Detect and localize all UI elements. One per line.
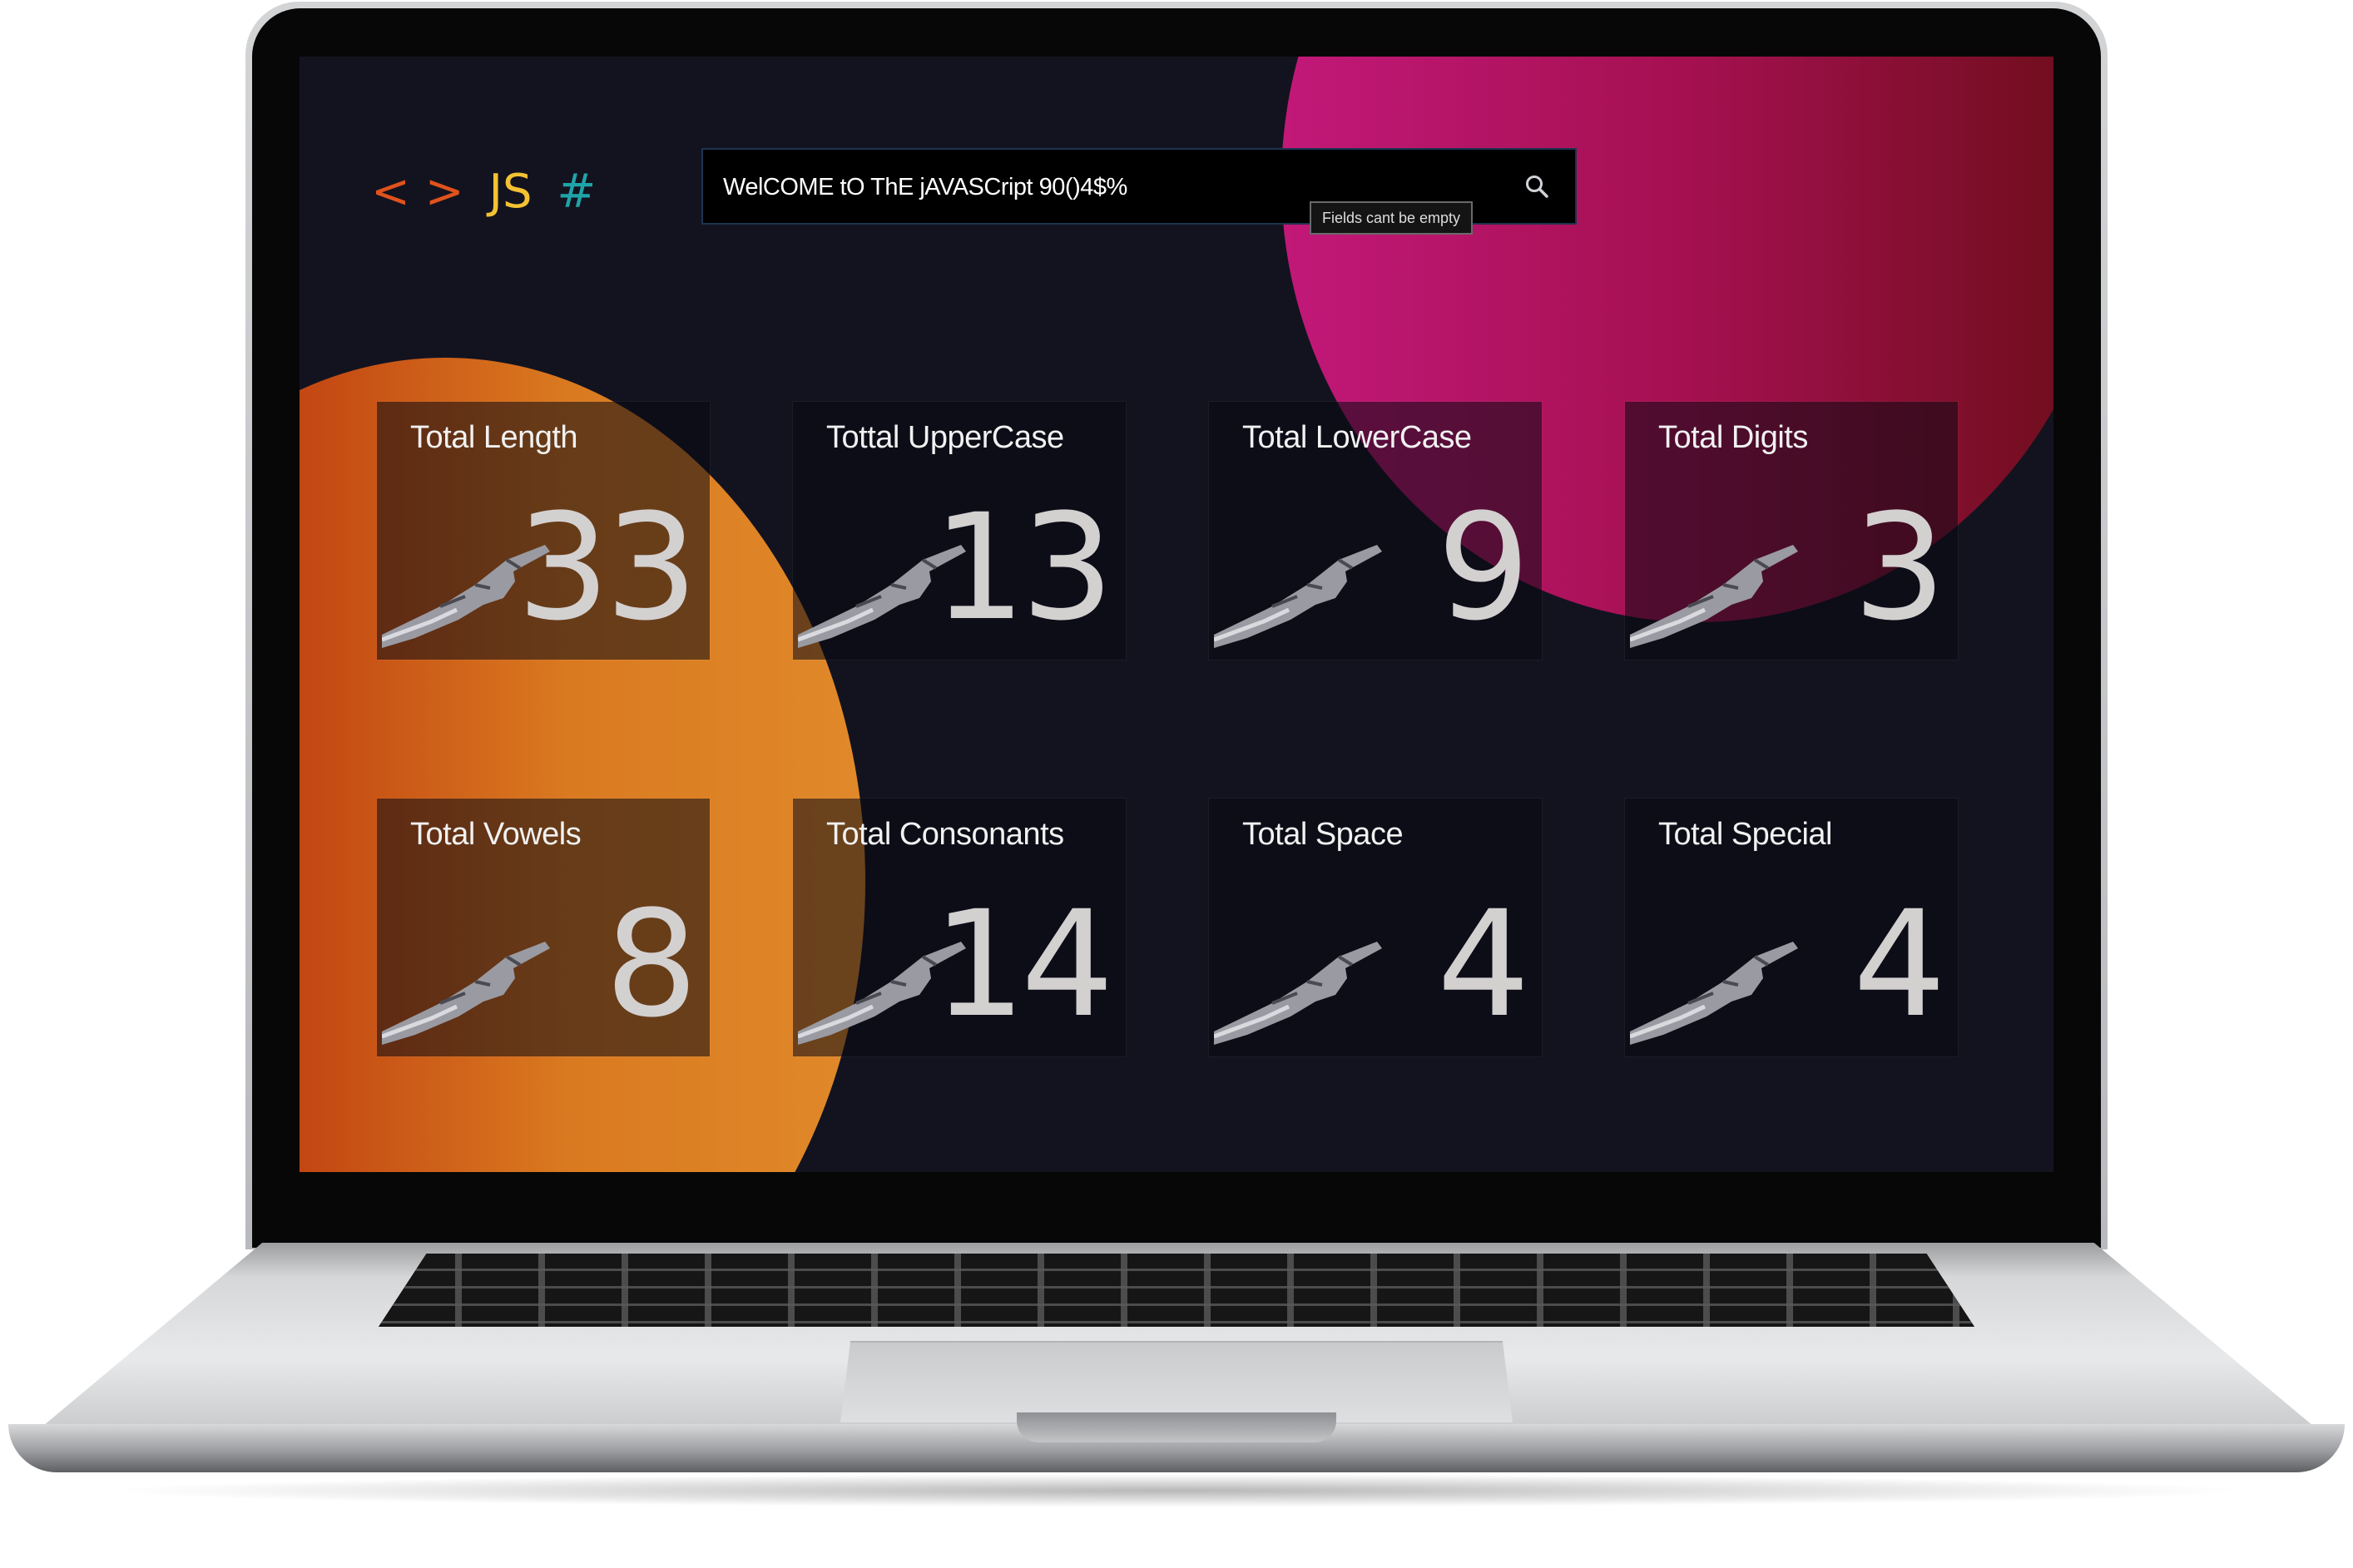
card-total-lowercase: Total LowerCase 9 <box>1209 402 1542 660</box>
logo-close-bracket: > <box>424 165 464 219</box>
card-value: 33 <box>517 482 698 653</box>
robot-hand-icon <box>1214 545 1382 648</box>
card-label: Total Vowels <box>410 817 582 852</box>
card-value: 3 <box>1853 482 1946 653</box>
logo-js-text: JS <box>488 165 533 219</box>
card-label: Total LowerCase <box>1242 420 1472 455</box>
robot-hand-icon <box>1214 942 1382 1045</box>
card-label: Total Digits <box>1658 420 1808 455</box>
logo-hash: # <box>557 165 597 219</box>
card-total-space: Total Space 4 <box>1209 799 1542 1056</box>
card-total-vowels: Total Vowels 8 <box>377 799 710 1056</box>
card-value: 4 <box>1853 879 1946 1050</box>
search-icon[interactable] <box>1523 173 1550 200</box>
robot-hand-icon <box>1630 545 1798 648</box>
logo-open-bracket: < <box>371 165 410 219</box>
card-value: 13 <box>933 482 1114 653</box>
card-total-uppercase: Tottal UpperCase 13 <box>793 402 1126 660</box>
card-value: 14 <box>933 879 1114 1050</box>
app-screen: < > JS # Fields cant be empty Total Leng… <box>300 57 2053 1172</box>
card-label: Total Consonants <box>826 817 1064 852</box>
card-label: Total Length <box>410 420 578 455</box>
laptop-keyboard <box>379 1254 1974 1327</box>
app-logo: < > JS # <box>371 155 596 230</box>
card-value: 9 <box>1437 482 1530 653</box>
robot-hand-icon <box>382 942 550 1045</box>
laptop-shadow <box>100 1474 2253 1507</box>
card-total-length: Total Length 33 <box>377 402 710 660</box>
validation-tooltip: Fields cant be empty <box>1310 201 1473 235</box>
card-value: 8 <box>605 879 698 1050</box>
card-total-special: Total Special 4 <box>1625 799 1958 1056</box>
laptop-trackpad <box>840 1341 1513 1422</box>
laptop-opening-notch <box>1017 1412 1336 1442</box>
card-label: Total Space <box>1242 817 1404 852</box>
card-label: Total Special <box>1658 817 1832 852</box>
card-value: 4 <box>1437 879 1530 1050</box>
card-total-consonants: Total Consonants 14 <box>793 799 1126 1056</box>
card-label: Tottal UpperCase <box>826 420 1064 455</box>
card-total-digits: Total Digits 3 <box>1625 402 1958 660</box>
robot-hand-icon <box>1630 942 1798 1045</box>
